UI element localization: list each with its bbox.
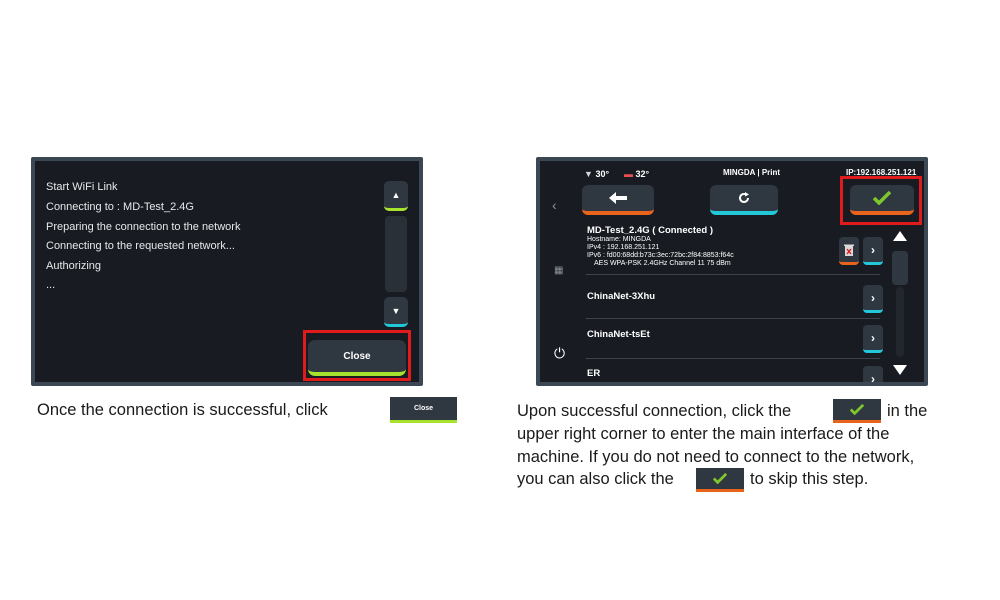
check-icon — [713, 473, 727, 484]
network-security: AES WPA-PSK 2.4GHz Channel 11 75 dBm — [594, 260, 731, 267]
log-line: ... — [46, 279, 56, 291]
divider — [586, 318, 880, 319]
scrollbar-thumb[interactable] — [892, 251, 908, 285]
check-icon — [850, 404, 864, 415]
scroll-track[interactable] — [896, 287, 904, 357]
caption-right-line2: upper right corner to enter the main int… — [517, 425, 890, 443]
highlight-box — [303, 330, 411, 381]
forget-network-button[interactable] — [839, 237, 859, 265]
scroll-down-icon[interactable] — [893, 365, 907, 375]
refresh-button[interactable] — [710, 185, 778, 215]
scroll-track[interactable] — [385, 216, 407, 292]
chevron-right-icon: › — [871, 242, 875, 257]
network-name: ER — [587, 368, 601, 379]
app-grid-icon: ▦ — [554, 265, 564, 276]
network-hostname: Hostname: MINGDA — [587, 236, 651, 243]
caption-right-line1b: in the — [887, 402, 928, 420]
arrow-left-icon — [609, 192, 627, 204]
network-detail-button[interactable]: › — [863, 237, 883, 265]
inline-check-button-image — [833, 399, 881, 423]
scroll-up-icon[interactable] — [893, 231, 907, 241]
inline-close-button-image: Close — [390, 397, 457, 423]
scroll-up-button[interactable]: ▲ — [384, 181, 408, 211]
inline-check-button-image — [696, 468, 744, 492]
back-button[interactable] — [582, 185, 654, 215]
caret-down-icon: ▼ — [391, 305, 401, 316]
scroll-down-button[interactable]: ▼ — [384, 297, 408, 327]
divider — [586, 274, 880, 275]
caret-up-icon: ▲ — [391, 189, 401, 200]
trash-icon — [844, 244, 854, 256]
highlight-box — [840, 176, 922, 225]
caption-right-line4a: you can also click the — [517, 470, 674, 488]
log-line: Connecting to : MD-Test_2.4G — [46, 201, 194, 213]
network-detail-button[interactable]: › — [863, 325, 883, 353]
divider — [586, 358, 880, 359]
log-line: Preparing the connection to the network — [46, 221, 241, 233]
network-ipv6: IPv6 : fd00:68dd:b73c:3ec:72bc:2f84:8853… — [587, 252, 734, 259]
network-name: ChinaNet-tsEt — [587, 329, 650, 340]
nozzle-temp: ▼ 30° — [584, 169, 610, 179]
caption-left: Once the connection is successful, click — [37, 401, 328, 419]
caption-right-line3: machine. If you do not need to connect t… — [517, 448, 915, 466]
log-line: Connecting to the requested network... — [46, 240, 235, 252]
chevron-right-icon: › — [871, 290, 875, 305]
network-name: MD-Test_2.4G ( Connected ) — [587, 225, 713, 236]
network-detail-button[interactable]: › — [863, 366, 883, 382]
caption-right-line4b: to skip this step. — [750, 470, 869, 488]
printer-title: MINGDA | Print — [723, 168, 781, 177]
refresh-icon — [739, 192, 749, 203]
bed-temp: ▬ 32° — [624, 169, 650, 179]
heated-bed-icon: ▬ — [624, 169, 633, 179]
power-icon[interactable]: ⏻ — [554, 345, 565, 362]
log-line: Authorizing — [46, 260, 102, 272]
chevron-left-icon[interactable]: ‹ — [552, 197, 557, 213]
chevron-right-icon: › — [871, 330, 875, 345]
chevron-right-icon: › — [871, 371, 875, 383]
nozzle-icon: ▼ — [584, 169, 593, 179]
network-ipv4: IPv4 : 192.168.251.121 — [587, 244, 660, 251]
log-line: Start WiFi Link — [46, 181, 118, 193]
caption-right-line1a: Upon successful connection, click the — [517, 402, 792, 420]
network-name: ChinaNet-3Xhu — [587, 291, 656, 302]
network-detail-button[interactable]: › — [863, 285, 883, 313]
